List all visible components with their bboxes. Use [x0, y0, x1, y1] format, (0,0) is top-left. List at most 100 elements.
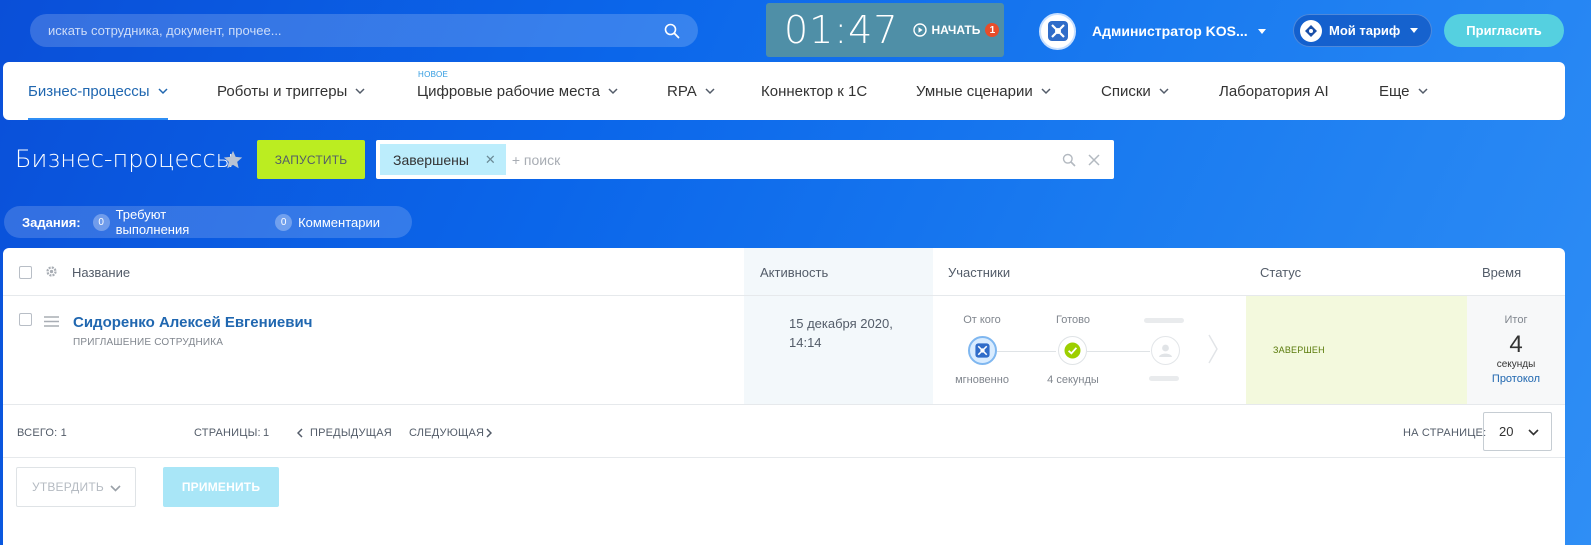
tasks-item-label: Требуют выполнения: [115, 207, 190, 237]
row-checkbox[interactable]: [19, 313, 32, 326]
close-icon[interactable]: [1088, 153, 1100, 166]
chevron-right-icon: [1208, 334, 1218, 364]
tasks-label: Задания:: [22, 214, 81, 230]
tab-label: RPA: [667, 82, 697, 100]
counter-badge: 0: [92, 213, 110, 231]
tariff-icon: [1300, 19, 1322, 42]
chevron-down-icon: [608, 87, 618, 94]
play-icon: [912, 23, 927, 37]
invite-label: Пригласить: [1466, 23, 1542, 38]
tasks-item-label: Комментарии: [298, 214, 380, 230]
timer-time: 01:47: [784, 8, 899, 52]
chevron-right-icon[interactable]: [486, 428, 492, 438]
tab-lists[interactable]: Списки: [1101, 62, 1169, 120]
tab-digital-workplaces[interactable]: НОВОЕ Цифровые рабочие места: [417, 62, 618, 120]
participant-from-time: мгновенно: [955, 374, 1009, 386]
protocol-link[interactable]: Протокол: [1467, 373, 1565, 385]
gear-icon[interactable]: [45, 265, 58, 278]
total-count: ВСЕГО: 1: [17, 427, 67, 439]
chevron-down-icon: [110, 485, 121, 492]
tab-label: Списки: [1101, 82, 1151, 100]
filter-tag-remove-icon[interactable]: ✕: [485, 152, 496, 168]
tab-label: Коннектор к 1С: [761, 82, 868, 100]
global-search[interactable]: [30, 14, 698, 47]
time-total-unit: секунды: [1496, 359, 1536, 370]
tab-business-processes[interactable]: Бизнес-процессы: [28, 62, 168, 120]
avatar[interactable]: [1039, 12, 1076, 50]
column-header-participants[interactable]: Участники: [948, 265, 1010, 280]
participant-avatar[interactable]: [968, 336, 997, 365]
chevron-down-icon: [1418, 87, 1428, 94]
filter-tag[interactable]: Завершены ✕: [380, 144, 506, 175]
column-header-name[interactable]: Название: [72, 265, 130, 280]
process-grid: Название Активность Участники Статус Вре…: [3, 248, 1565, 545]
filter-search-input[interactable]: [511, 151, 1062, 168]
my-tariff-button[interactable]: Мой тариф: [1293, 14, 1432, 47]
star-icon[interactable]: [222, 149, 244, 171]
apply-button[interactable]: ПРИМЕНИТЬ: [163, 467, 279, 507]
tab-label: Цифровые рабочие места: [417, 82, 600, 100]
per-page-select[interactable]: 20: [1483, 412, 1552, 451]
search-icon[interactable]: [1062, 153, 1076, 167]
participant-connector: [997, 351, 1056, 352]
chevron-down-icon: [158, 87, 168, 94]
tasks-counters: Задания: 0 Требуют выполнения 0 Коммента…: [4, 206, 412, 238]
participant-from-label: От кого: [963, 314, 1001, 326]
grid-footer: ВСЕГО: 1 СТРАНИЦЫ: 1 ПРЕДЫДУЩАЯ СЛЕДУЮЩА…: [3, 404, 1565, 458]
user-menu[interactable]: Администратор KOS...: [1039, 11, 1266, 51]
status-badge: ЗАВЕРШЕН: [1273, 345, 1325, 355]
participant-done-time: 4 секунды: [1047, 374, 1099, 386]
filter-tag-label: Завершены: [393, 151, 469, 168]
filter-search[interactable]: Завершены ✕: [376, 140, 1114, 179]
per-page-value: 20: [1499, 424, 1514, 439]
global-search-input[interactable]: [48, 23, 664, 38]
tasks-pending[interactable]: 0 Требуют выполнения: [92, 207, 243, 237]
time-total-label: Итог: [1504, 314, 1528, 326]
approve-select[interactable]: УТВЕРДИТЬ: [16, 467, 136, 507]
participant-connector: [1087, 351, 1150, 352]
chevron-down-icon: [1528, 429, 1539, 436]
tab-more[interactable]: Еще: [1379, 62, 1428, 120]
row-menu-icon[interactable]: [44, 316, 59, 327]
tab-rpa[interactable]: RPA: [667, 62, 715, 120]
new-badge: НОВОЕ: [418, 70, 449, 79]
chevron-left-icon[interactable]: [297, 428, 303, 438]
caret-down-icon: [1410, 28, 1419, 33]
time-total-value: 4: [1509, 331, 1523, 358]
column-header-time[interactable]: Время: [1482, 265, 1521, 280]
select-all-checkbox[interactable]: [19, 266, 32, 279]
pages-label: СТРАНИЦЫ:: [194, 427, 261, 439]
caret-down-icon[interactable]: [1257, 28, 1266, 34]
check-circle-icon: [1064, 342, 1081, 359]
process-title-link[interactable]: Сидоренко Алексей Евгениевич: [73, 314, 312, 331]
tab-label: Лаборатория AI: [1219, 82, 1329, 100]
grid-header: Название Активность Участники Статус Вре…: [3, 248, 1565, 296]
page-title: Бизнес-процессы: [15, 145, 235, 173]
chevron-down-icon: [1159, 87, 1169, 94]
counter-badge: 0: [275, 213, 293, 231]
tab-robots-triggers[interactable]: Роботы и триггеры: [217, 62, 365, 120]
work-timer[interactable]: 01:47 НАЧАТЬ 1: [766, 3, 1004, 57]
timer-start-button[interactable]: НАЧАТЬ 1: [912, 23, 1000, 37]
tasks-comments[interactable]: 0 Комментарии: [275, 213, 380, 231]
approve-label: УТВЕРДИТЬ: [32, 480, 104, 494]
next-page-link[interactable]: СЛЕДУЮЩАЯ: [409, 427, 484, 439]
search-icon[interactable]: [664, 23, 680, 39]
tab-1c-connector[interactable]: Коннектор к 1С: [761, 62, 867, 120]
tab-ai-lab[interactable]: Лаборатория AI: [1219, 62, 1329, 120]
run-button[interactable]: ЗАПУСТИТЬ: [257, 140, 365, 179]
invite-button[interactable]: Пригласить: [1444, 14, 1564, 47]
company-logo-icon: [975, 343, 990, 358]
user-icon: [1159, 344, 1172, 357]
column-header-activity[interactable]: Активность: [760, 265, 828, 280]
placeholder-bar: [1149, 376, 1179, 381]
user-name[interactable]: Администратор KOS...: [1092, 23, 1248, 39]
tariff-label: Мой тариф: [1329, 23, 1401, 38]
prev-page-link[interactable]: ПРЕДЫДУЩАЯ: [310, 427, 392, 439]
company-logo-icon: [1047, 21, 1068, 41]
chevron-down-icon: [1041, 87, 1051, 94]
process-type: ПРИГЛАШЕНИЕ СОТРУДНИКА: [73, 337, 224, 348]
top-bar: 01:47 НАЧАТЬ 1 Администратор KOS...: [0, 0, 1591, 62]
tab-smart-scenarios[interactable]: Умные сценарии: [916, 62, 1051, 120]
column-header-status[interactable]: Статус: [1260, 265, 1301, 280]
